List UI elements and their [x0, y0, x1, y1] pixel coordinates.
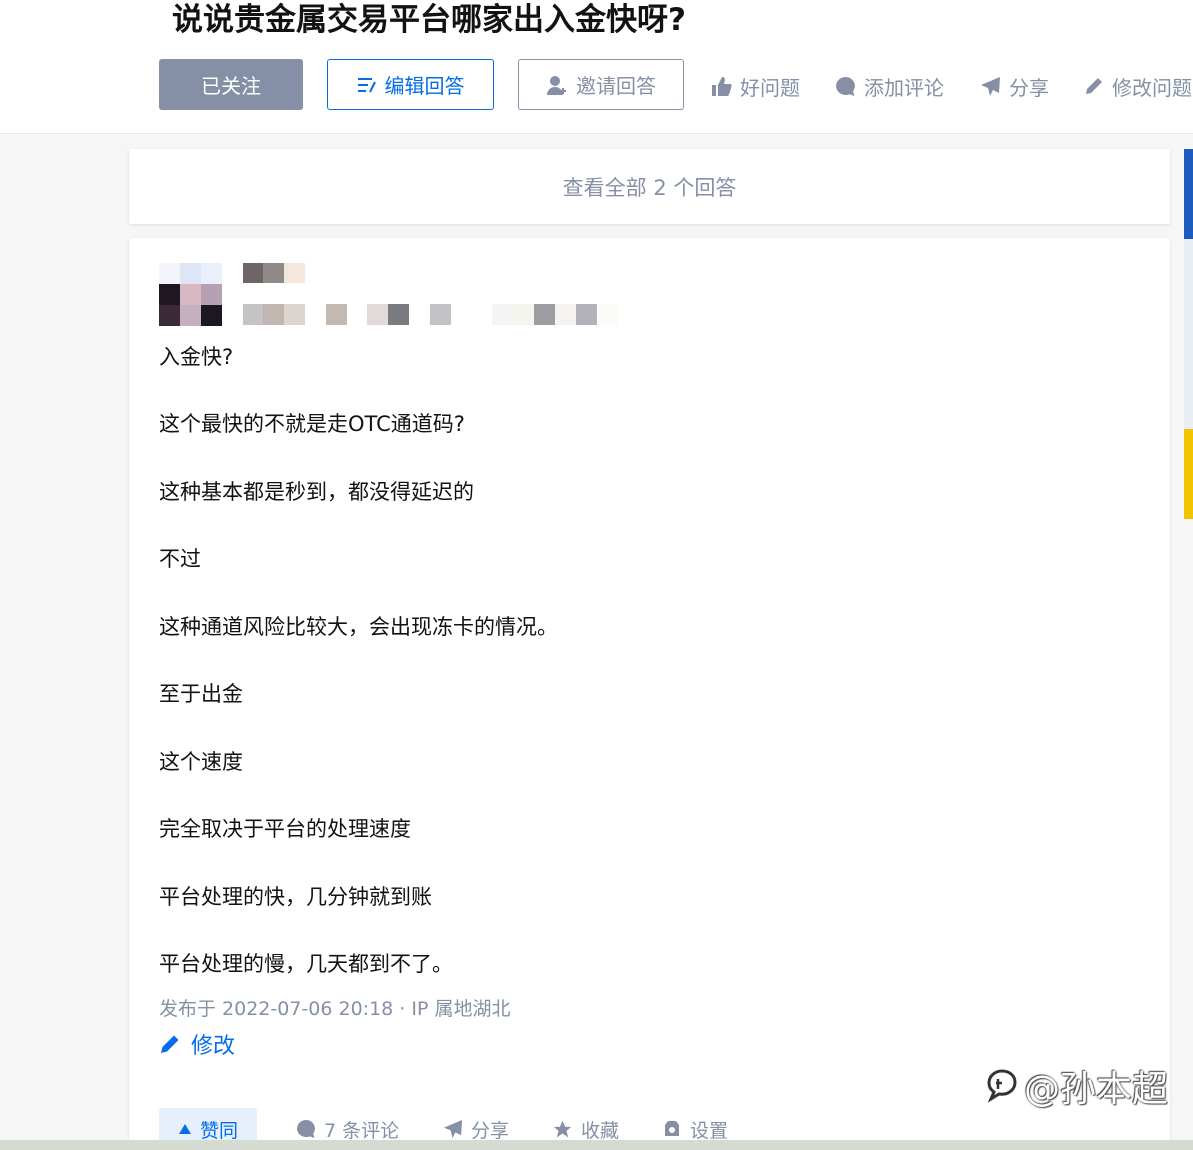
edit-answer-link[interactable]: 修改	[159, 1028, 235, 1060]
settings-label: 设置	[690, 1119, 729, 1142]
answer-paragraph: 这个速度	[159, 750, 243, 774]
upvote-icon	[178, 1123, 192, 1135]
answer-paragraph: 这种通道风险比较大，会出现冻卡的情况。	[159, 615, 558, 639]
pencil-icon	[159, 1033, 181, 1055]
author-bio-redacted	[243, 304, 623, 329]
answer-publish-info: 发布于 2022-07-06 20:18 · IP 属地湖北	[159, 998, 511, 1020]
edit-answer-icon	[357, 76, 377, 94]
answer-paragraph: 平台处理的快，几分钟就到账	[159, 885, 432, 909]
thumb-up-icon	[711, 76, 732, 97]
answer-paragraph: 这个最快的不就是走OTC通道码?	[159, 412, 465, 436]
good-question-button[interactable]: 好问题	[711, 70, 800, 102]
comment-icon	[835, 76, 856, 97]
answer-paragraph: 平台处理的慢，几天都到不了。	[159, 952, 453, 976]
zhihu-logo-icon	[984, 1067, 1020, 1105]
gear-icon	[662, 1119, 682, 1139]
invite-button[interactable]: 邀请回答	[518, 59, 684, 110]
avatar[interactable]	[159, 263, 222, 326]
share-question-label: 分享	[1009, 75, 1049, 100]
answer-paragraph: 至于出金	[159, 682, 243, 706]
answer-paragraph: 入金快?	[159, 345, 234, 369]
view-all-answers-button[interactable]: 查看全部 2 个回答	[129, 149, 1170, 224]
share-icon	[980, 76, 1001, 97]
comments-label: 7 条评论	[324, 1119, 400, 1142]
follow-label: 已关注	[201, 74, 261, 98]
comment-icon	[296, 1119, 316, 1139]
invite-icon	[546, 74, 568, 96]
share-icon	[443, 1119, 463, 1139]
watermark: @孙本超	[984, 1060, 1168, 1112]
edit-answer-label: 编辑回答	[384, 74, 465, 98]
pencil-icon	[1084, 76, 1104, 96]
add-comment-button[interactable]: 添加评论	[835, 70, 944, 102]
share-answer-label: 分享	[471, 1119, 510, 1142]
edit-question-label: 修改问题	[1112, 75, 1192, 100]
author-name-redacted	[243, 263, 307, 287]
good-question-label: 好问题	[740, 75, 800, 100]
answer-paragraph: 完全取决于平台的处理速度	[159, 817, 411, 841]
question-header: 说说贵金属交易平台哪家出入金快呀? 已关注 编辑回答 邀请回答 好问题 添加评论…	[0, 0, 1193, 134]
answer-paragraph: 不过	[159, 547, 201, 571]
edit-answer-link-label: 修改	[191, 1034, 236, 1059]
follow-button[interactable]: 已关注	[159, 59, 303, 110]
taskbar-edge	[0, 1140, 1193, 1150]
invite-label: 邀请回答	[576, 74, 656, 98]
share-question-button[interactable]: 分享	[980, 70, 1049, 102]
watermark-text: @孙本超	[1024, 1069, 1169, 1110]
upvote-label: 赞同	[199, 1119, 238, 1142]
view-all-answers-label: 查看全部 2 个回答	[562, 175, 737, 200]
sidebar-edge-image	[1184, 149, 1193, 519]
star-icon	[552, 1119, 573, 1140]
edit-answer-button[interactable]: 编辑回答	[327, 59, 494, 110]
question-title: 说说贵金属交易平台哪家出入金快呀?	[172, 2, 686, 38]
edit-question-button[interactable]: 修改问题	[1084, 70, 1192, 102]
add-comment-label: 添加评论	[864, 75, 944, 100]
answer-paragraph: 这种基本都是秒到，都没得延迟的	[159, 480, 474, 504]
collect-label: 收藏	[581, 1119, 620, 1142]
